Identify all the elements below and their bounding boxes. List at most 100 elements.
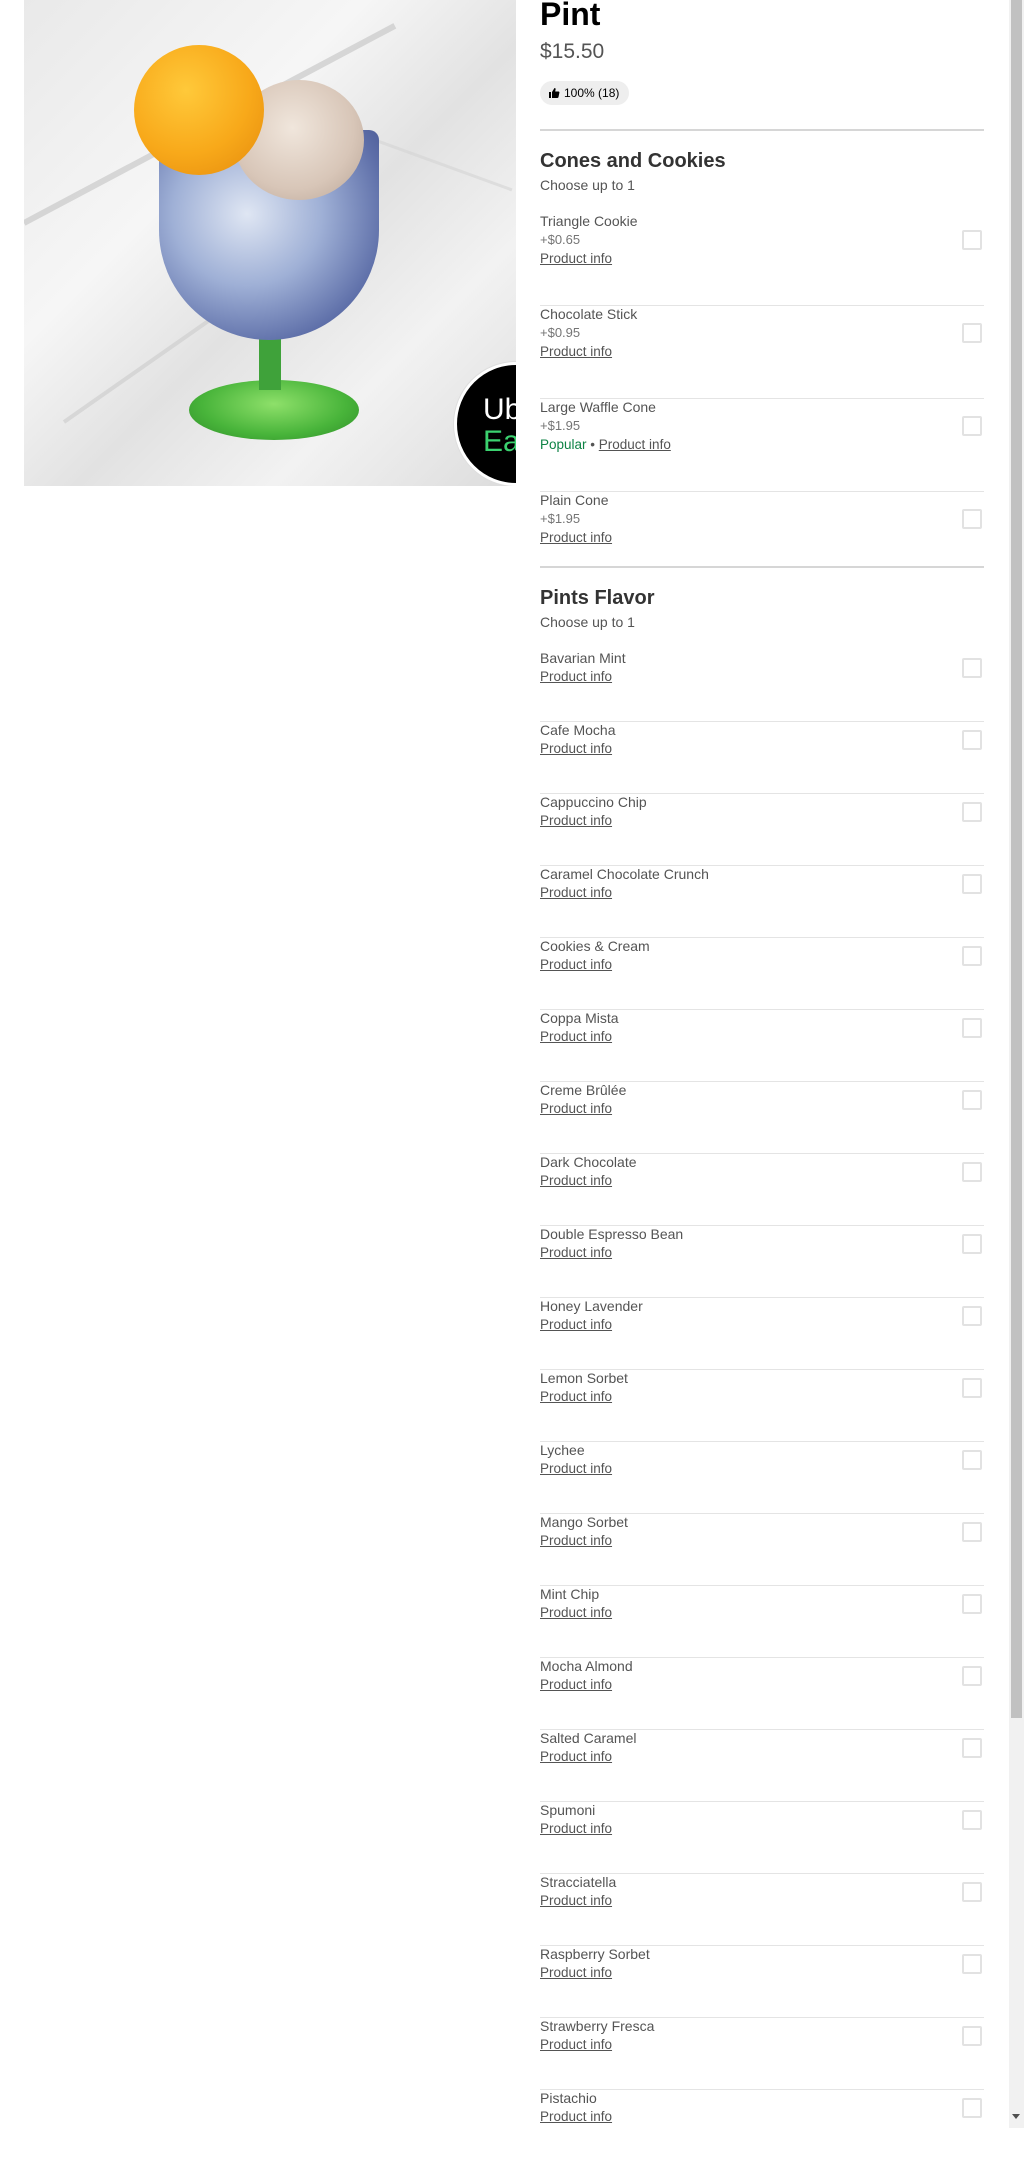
product-info-link[interactable]: Product info — [540, 1029, 612, 1044]
option-row[interactable]: Cookies & Cream Product info — [540, 938, 984, 1010]
product-info-link[interactable]: Product info — [599, 437, 671, 452]
product-info-link[interactable]: Product info — [540, 1677, 612, 1692]
product-info-link[interactable]: Product info — [540, 2109, 612, 2124]
option-name: Mint Chip — [540, 1586, 600, 1602]
option-row[interactable]: Lychee Product info — [540, 1442, 984, 1514]
checkbox-icon[interactable] — [962, 1666, 982, 1686]
checkbox-icon[interactable] — [962, 1954, 982, 1974]
option-row[interactable]: Mint Chip Product info — [540, 1586, 984, 1658]
product-info-link[interactable]: Product info — [540, 1101, 612, 1116]
product-info-link[interactable]: Product info — [540, 813, 612, 828]
product-info-link[interactable]: Product info — [540, 957, 612, 972]
option-row[interactable]: Raspberry Sorbet Product info — [540, 1946, 984, 2018]
option-row[interactable]: Creme Brûlée Product info — [540, 1082, 984, 1154]
checkbox-icon[interactable] — [962, 874, 982, 894]
checkbox-icon[interactable] — [962, 416, 982, 436]
option-row[interactable]: Strawberry Fresca Product info — [540, 2018, 984, 2090]
scrollbar-thumb[interactable] — [1011, 0, 1022, 1718]
option-info-line: Product info — [540, 813, 612, 828]
option-info-line: Product info — [540, 1173, 612, 1188]
product-info-link[interactable]: Product info — [540, 2037, 612, 2052]
checkbox-icon[interactable] — [962, 1090, 982, 1110]
option-row[interactable]: Stracciatella Product info — [540, 1874, 984, 1946]
checkbox-icon[interactable] — [962, 509, 982, 529]
option-row[interactable]: Pistachio Product info — [540, 2090, 984, 2162]
option-price: +$0.95 — [540, 325, 581, 340]
option-row[interactable]: Plain Cone +$1.95 Product info — [540, 492, 984, 585]
product-info-link[interactable]: Product info — [540, 344, 612, 359]
option-row[interactable]: Mango Sorbet Product info — [540, 1514, 984, 1586]
option-row[interactable]: Bavarian Mint Product info — [540, 650, 984, 722]
option-name: Triangle Cookie — [540, 213, 638, 229]
product-info-link[interactable]: Product info — [540, 741, 612, 756]
option-row[interactable]: Mocha Almond Product info — [540, 1658, 984, 1730]
option-info-line: Product info — [540, 1677, 612, 1692]
checkbox-icon[interactable] — [962, 1234, 982, 1254]
checkbox-icon[interactable] — [962, 1594, 982, 1614]
option-name: Caramel Chocolate Crunch — [540, 866, 709, 882]
checkbox-icon[interactable] — [962, 802, 982, 822]
option-row[interactable]: Lemon Sorbet Product info — [540, 1370, 984, 1442]
option-row[interactable]: Coppa Mista Product info — [540, 1010, 984, 1082]
checkbox-icon[interactable] — [962, 1306, 982, 1326]
option-price: +$0.65 — [540, 232, 581, 247]
checkbox-icon[interactable] — [962, 2026, 982, 2046]
product-info-link[interactable]: Product info — [540, 530, 612, 545]
product-info-link[interactable]: Product info — [540, 1749, 612, 1764]
checkbox-icon[interactable] — [962, 1522, 982, 1542]
mango-scoop — [134, 45, 264, 175]
page-scrollbar[interactable] — [1009, 0, 1024, 2128]
option-row[interactable]: Cappuccino Chip Product info — [540, 794, 984, 866]
checkbox-icon[interactable] — [962, 1162, 982, 1182]
product-info-link[interactable]: Product info — [540, 1605, 612, 1620]
option-row[interactable]: Salted Caramel Product info — [540, 1730, 984, 1802]
product-info-link[interactable]: Product info — [540, 1965, 612, 1980]
checkbox-icon[interactable] — [962, 230, 982, 250]
option-row[interactable]: Caramel Chocolate Crunch Product info — [540, 866, 984, 938]
product-info-link[interactable]: Product info — [540, 251, 612, 266]
product-info-link[interactable]: Product info — [540, 1893, 612, 1908]
option-name: Cafe Mocha — [540, 722, 616, 738]
checkbox-icon[interactable] — [962, 1450, 982, 1470]
item-price: $15.50 — [540, 40, 605, 63]
option-name: Spumoni — [540, 1802, 596, 1818]
scroll-down-arrow-icon[interactable] — [1012, 2114, 1020, 2119]
product-info-link[interactable]: Product info — [540, 1245, 612, 1260]
product-info-link[interactable]: Product info — [540, 669, 612, 684]
product-info-link[interactable]: Product info — [540, 1317, 612, 1332]
product-info-link[interactable]: Product info — [540, 1389, 612, 1404]
checkbox-icon[interactable] — [962, 658, 982, 678]
option-info-line: Product info — [540, 1893, 612, 1908]
checkbox-icon[interactable] — [962, 1810, 982, 1830]
option-info-line: Product info — [540, 1029, 612, 1044]
checkbox-icon[interactable] — [962, 946, 982, 966]
product-info-link[interactable]: Product info — [540, 885, 612, 900]
option-info-line: Product info — [540, 741, 612, 756]
option-name: Creme Brûlée — [540, 1082, 627, 1098]
product-info-link[interactable]: Product info — [540, 1461, 612, 1476]
option-row[interactable]: Spumoni Product info — [540, 1802, 984, 1874]
option-row[interactable]: Large Waffle Cone +$1.95 Popular • Product… — [540, 399, 984, 492]
option-row[interactable]: Honey Lavender Product info — [540, 1298, 984, 1370]
logo-text-line2: Ea — [483, 425, 516, 458]
checkbox-icon[interactable] — [962, 2098, 982, 2118]
option-name: Chocolate Stick — [540, 306, 638, 322]
option-info-line: Popular • Product info — [540, 437, 671, 452]
product-image: Ub Ea — [24, 0, 516, 486]
popular-label: Popular — [540, 437, 587, 452]
checkbox-icon[interactable] — [962, 1738, 982, 1758]
checkbox-icon[interactable] — [962, 323, 982, 343]
checkbox-icon[interactable] — [962, 730, 982, 750]
option-row[interactable]: Triangle Cookie +$0.65 Product info — [540, 213, 984, 306]
checkbox-icon[interactable] — [962, 1882, 982, 1902]
option-row[interactable]: Cafe Mocha Product info — [540, 722, 984, 794]
product-info-link[interactable]: Product info — [540, 1821, 612, 1836]
option-row[interactable]: Double Espresso Bean Product info — [540, 1226, 984, 1298]
product-info-link[interactable]: Product info — [540, 1533, 612, 1548]
option-info-line: Product info — [540, 344, 612, 359]
option-row[interactable]: Dark Chocolate Product info — [540, 1154, 984, 1226]
checkbox-icon[interactable] — [962, 1378, 982, 1398]
checkbox-icon[interactable] — [962, 1018, 982, 1038]
product-info-link[interactable]: Product info — [540, 1173, 612, 1188]
option-row[interactable]: Chocolate Stick +$0.95 Product info — [540, 306, 984, 399]
